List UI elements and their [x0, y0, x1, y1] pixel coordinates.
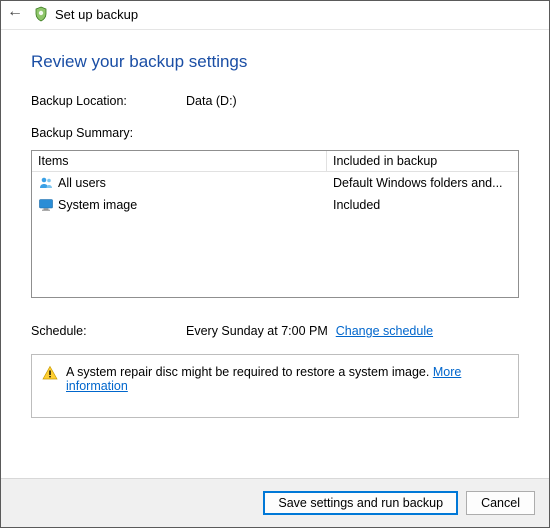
backup-location-label: Backup Location:: [31, 94, 186, 108]
backup-summary-list: Items Included in backup All users Defau…: [31, 150, 519, 298]
change-schedule-link[interactable]: Change schedule: [336, 324, 433, 338]
schedule-label: Schedule:: [31, 324, 186, 338]
list-item-included: Included: [327, 195, 518, 215]
users-icon: [38, 175, 54, 191]
schedule-value: Every Sunday at 7:00 PM: [186, 324, 328, 338]
list-item-label: System image: [58, 198, 137, 212]
content-area: Review your backup settings Backup Locat…: [1, 30, 549, 478]
save-run-backup-button[interactable]: Save settings and run backup: [263, 491, 458, 515]
backup-shield-icon: [33, 6, 49, 22]
list-item-label: All users: [58, 176, 106, 190]
backup-location-value: Data (D:): [186, 94, 237, 108]
warning-message: A system repair disc might be required t…: [66, 365, 429, 379]
list-header: Items Included in backup: [32, 151, 518, 172]
backup-summary-label: Backup Summary:: [31, 126, 519, 140]
column-included[interactable]: Included in backup: [327, 151, 518, 171]
warning-text: A system repair disc might be required t…: [66, 365, 508, 393]
backup-location-row: Backup Location: Data (D:): [31, 94, 519, 108]
list-row[interactable]: All users Default Windows folders and...: [32, 172, 518, 194]
titlebar: ← Set up backup: [1, 1, 549, 30]
back-arrow-icon[interactable]: ←: [7, 3, 27, 21]
cancel-button[interactable]: Cancel: [466, 491, 535, 515]
schedule-row: Schedule: Every Sunday at 7:00 PM Change…: [31, 324, 519, 338]
list-row[interactable]: System image Included: [32, 194, 518, 216]
list-item-included: Default Windows folders and...: [327, 173, 518, 193]
footer: Save settings and run backup Cancel: [1, 478, 549, 527]
warning-icon: [42, 365, 58, 381]
warning-box: A system repair disc might be required t…: [31, 354, 519, 418]
page-heading: Review your backup settings: [31, 52, 519, 72]
window-title: Set up backup: [55, 7, 138, 22]
monitor-icon: [38, 197, 54, 213]
column-items[interactable]: Items: [32, 151, 327, 171]
